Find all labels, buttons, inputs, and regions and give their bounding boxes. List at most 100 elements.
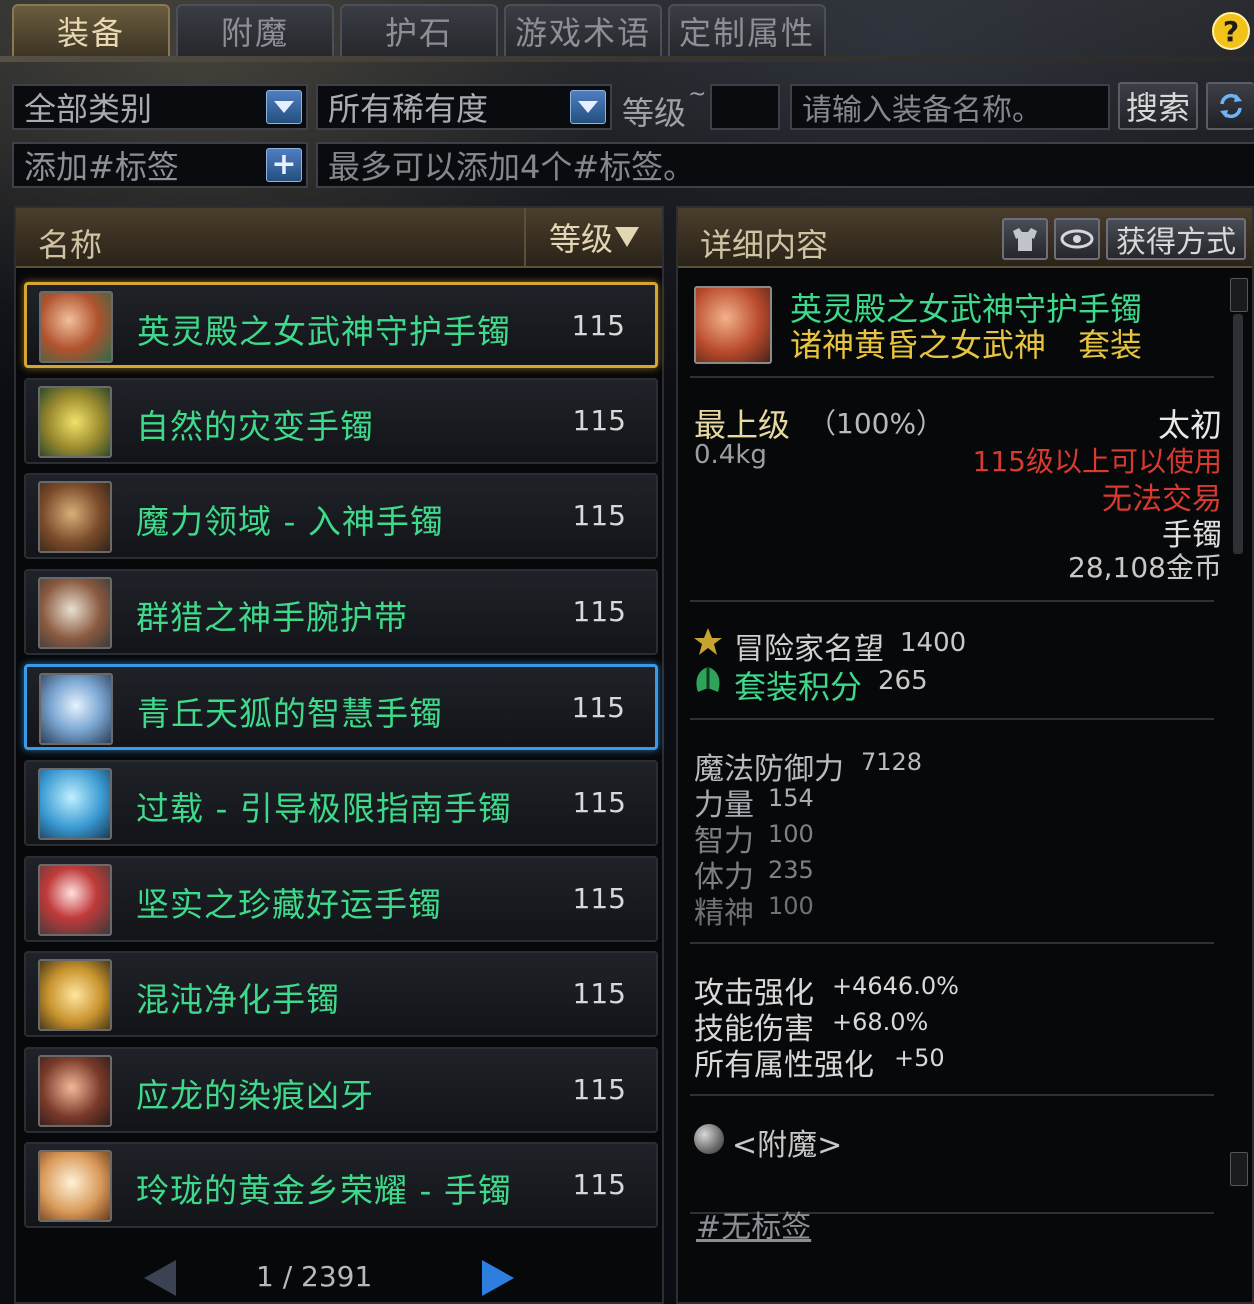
detail-panel: 详细内容 获得方式 英灵殿之女武神守护手镯 诸神黄昏之女武神 套装 最上级 （1…: [676, 206, 1254, 1304]
item-level: 115: [572, 977, 626, 1011]
fame-icon: [692, 626, 724, 658]
item-icon: [38, 1150, 112, 1223]
item-price: 28,108金币: [1068, 551, 1222, 584]
bonus-value: +68.0%: [832, 1008, 929, 1036]
column-level-header[interactable]: 等级: [524, 208, 662, 266]
name-search-placeholder: 请输入装备名称。: [802, 93, 1042, 128]
category-select-value: 全部类别: [24, 90, 153, 128]
help-icon[interactable]: ?: [1212, 12, 1250, 50]
item-level: 115: [571, 309, 625, 342]
detail-header: 详细内容 获得方式: [678, 208, 1252, 268]
list-item[interactable]: 混沌净化手镯 115: [24, 951, 658, 1038]
item-name: 青丘天狐的智慧手镯: [137, 694, 443, 734]
prev-page-icon[interactable]: [144, 1260, 176, 1296]
tab-equipment[interactable]: 装备: [12, 4, 170, 56]
set-points-label: 套装积分: [734, 668, 863, 706]
add-tag-field[interactable]: 添加#标签 +: [12, 142, 308, 188]
scroll-up-icon[interactable]: [1230, 278, 1248, 312]
stat-value: 100: [768, 820, 814, 848]
item-name: 玲珑的黄金乡荣耀 - 手镯: [136, 1171, 512, 1211]
level-max-input[interactable]: [710, 84, 780, 130]
item-name: 英灵殿之女武神守护手镯: [137, 312, 511, 351]
item-level: 115: [572, 499, 626, 533]
equipment-list-panel: 名称 等级 英灵殿之女武神守护手镯 115 自然的灾变手镯 115 魔力领域 - 入神手…: [14, 206, 664, 1304]
item-level: 115: [572, 881, 626, 915]
bonus-value: +4646.0%: [832, 972, 959, 1000]
plus-icon[interactable]: +: [266, 148, 302, 182]
enchant-label: <附魔>: [732, 1128, 843, 1163]
detail-set-name: 诸神黄昏之女武神 套装: [790, 326, 1143, 364]
chevron-down-icon[interactable]: [570, 90, 606, 124]
list-item[interactable]: 应龙的染痕凶牙 115: [24, 1046, 658, 1133]
refresh-icon[interactable]: [1206, 82, 1254, 130]
tab-bar: 装备 附魔 护石 游戏术语 定制属性: [12, 4, 826, 58]
list-item[interactable]: 青丘天狐的智慧手镯 115: [24, 664, 658, 751]
item-level: 115: [572, 1072, 626, 1106]
item-icon: [38, 576, 112, 649]
scroll-thumb[interactable]: [1233, 314, 1243, 554]
bonus-label: 所有属性强化: [694, 1048, 874, 1083]
eye-icon[interactable]: [1054, 218, 1100, 260]
tab-enchant[interactable]: 附魔: [176, 4, 334, 56]
rarity-select-value: 所有稀有度: [328, 90, 489, 128]
tag-hint: 最多可以添加4个#标签。: [328, 148, 696, 186]
list-item[interactable]: 坚实之珍藏好运手镯 115: [24, 855, 658, 942]
enchant-orb-icon: [694, 1124, 724, 1154]
eye-glyph: [1060, 229, 1094, 249]
next-page-icon[interactable]: [482, 1260, 514, 1296]
item-level: 115: [572, 786, 626, 819]
divider: [690, 600, 1214, 602]
column-name-header[interactable]: 名称: [38, 220, 102, 266]
stat-value: 7128: [861, 748, 923, 776]
list-item[interactable]: 魔力领域 - 入神手镯 115: [24, 473, 658, 560]
item-icon: [38, 1054, 112, 1127]
sort-desc-icon: [615, 227, 639, 247]
tab-custom-attributes[interactable]: 定制属性: [668, 4, 826, 56]
list-item[interactable]: 自然的灾变手镯 115: [24, 377, 658, 464]
item-level: 115: [572, 594, 626, 628]
armor-preview-icon[interactable]: [1002, 218, 1048, 260]
scroll-down-icon[interactable]: [1230, 1152, 1248, 1186]
list-item[interactable]: 过载 - 引导极限指南手镯 115: [24, 760, 658, 846]
item-name: 群猎之神手腕护带: [136, 597, 408, 637]
tag-list-field[interactable]: 最多可以添加4个#标签。: [316, 142, 1254, 188]
level-tilde: ~: [688, 82, 707, 107]
list-header: 名称 等级: [16, 208, 662, 268]
bonus-value: +50: [894, 1044, 945, 1072]
list-item[interactable]: 英灵殿之女武神守护手镯 115: [24, 282, 658, 368]
list-item[interactable]: 群猎之神手腕护带 115: [24, 568, 658, 655]
set-points-icon: [692, 664, 724, 696]
tab-glossary[interactable]: 游戏术语: [504, 4, 662, 56]
divider: [690, 1094, 1214, 1096]
item-name: 混沌净化手镯: [136, 980, 340, 1020]
item-icon: [38, 863, 112, 936]
search-button[interactable]: 搜索: [1118, 82, 1198, 130]
item-level: 115: [572, 1168, 626, 1202]
set-points-value: 265: [878, 666, 928, 696]
grade-percent: （100%）: [808, 407, 945, 440]
stat-value: 235: [768, 856, 814, 884]
list-item[interactable]: 玲珑的黄金乡荣耀 - 手镯 115: [24, 1142, 658, 1229]
rarity-select[interactable]: 所有稀有度: [316, 84, 612, 130]
item-level: 115: [572, 403, 626, 437]
item-name: 自然的灾变手镯: [136, 406, 374, 446]
obtain-method-button[interactable]: 获得方式: [1106, 218, 1246, 260]
category-select[interactable]: 全部类别: [12, 84, 308, 130]
chevron-down-icon[interactable]: [266, 90, 302, 124]
item-name: 魔力领域 - 入神手镯: [136, 502, 444, 542]
tab-talisman[interactable]: 护石: [340, 4, 498, 56]
stat-value: 100: [768, 892, 814, 920]
fame-value: 1400: [900, 628, 967, 658]
armor-glyph: [1013, 228, 1037, 251]
divider: [690, 942, 1214, 944]
detail-scrollbar[interactable]: [1230, 278, 1248, 1288]
column-level-label: 等级: [548, 220, 613, 258]
item-tag-link[interactable]: #无标签: [696, 1202, 811, 1246]
item-icon: [39, 291, 113, 363]
item-icon: [38, 768, 112, 840]
stat-label: 精神: [694, 896, 754, 931]
page-indicator: 1 / 2391: [256, 1260, 373, 1293]
divider: [690, 376, 1214, 378]
name-search-input[interactable]: 请输入装备名称。: [790, 84, 1110, 130]
level-label: 等级: [622, 94, 687, 132]
